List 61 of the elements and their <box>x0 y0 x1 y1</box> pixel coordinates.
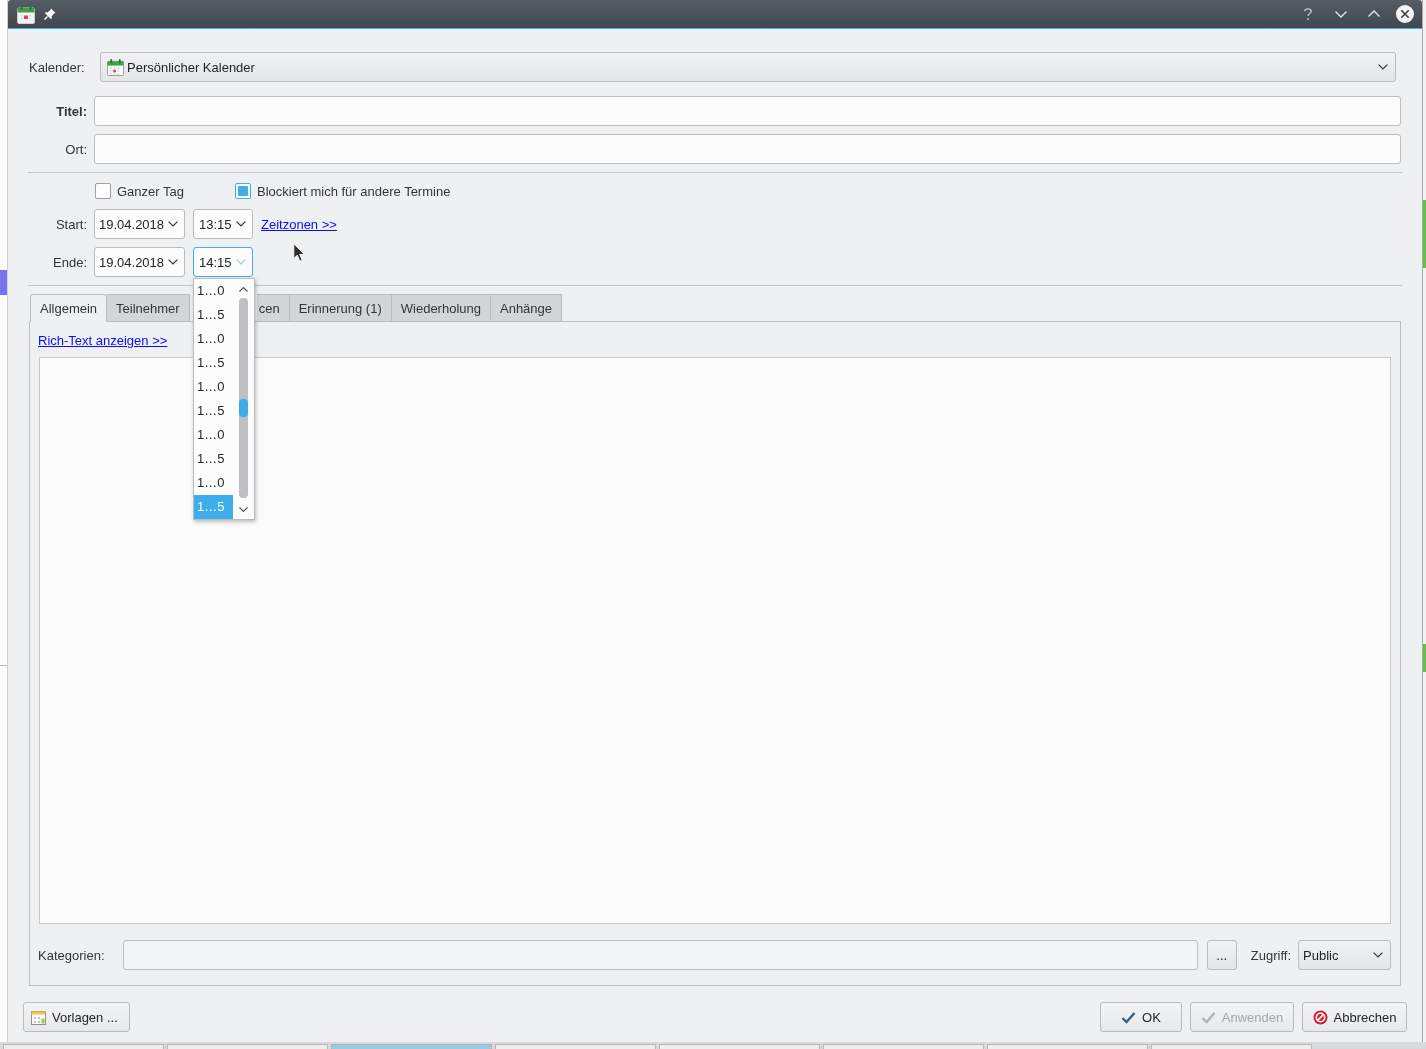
access-dropdown[interactable]: Public <box>1298 940 1391 970</box>
categories-button[interactable]: ... <box>1206 940 1237 970</box>
time-dropdown[interactable]: 14:15 <box>193 247 253 277</box>
calendar-page-icon <box>31 1009 46 1025</box>
field-label: Kalender: <box>29 59 86 75</box>
date-dropdown[interactable]: 19.04.2018 <box>94 209 185 239</box>
tab[interactable]: cen <box>256 294 290 322</box>
checkbox[interactable] <box>95 183 111 199</box>
time-option[interactable]: 1…0 <box>194 423 233 447</box>
categories-input[interactable] <box>122 940 1198 970</box>
time-option[interactable]: 1…0 <box>194 327 233 351</box>
field-label: Ort: <box>64 141 87 157</box>
chevron-down-icon <box>1378 64 1388 70</box>
time-option[interactable]: 1…0 <box>194 375 233 399</box>
scrollbar-handle[interactable] <box>239 399 248 417</box>
field-label: Titel: <box>55 103 87 119</box>
tab[interactable]: Allgemein <box>30 294 108 322</box>
scroll-up-icon[interactable] <box>239 287 248 292</box>
calendar-icon <box>107 58 124 76</box>
time-option[interactable]: 1…5 <box>194 351 233 375</box>
text-input[interactable] <box>94 134 1401 164</box>
scrollbar-track[interactable] <box>239 298 248 498</box>
calendar-icon <box>17 4 35 24</box>
field-label: Start: <box>54 216 87 232</box>
chevron-down-icon <box>235 259 246 265</box>
help-icon[interactable] <box>1301 7 1315 21</box>
chevron-down-icon <box>235 221 246 227</box>
chevron-down-icon <box>168 259 179 265</box>
ok-button[interactable]: OK <box>1100 1002 1182 1032</box>
cancel-button[interactable]: Abbrechen <box>1302 1002 1407 1032</box>
field-label: Ende: <box>52 254 87 270</box>
time-dropdown[interactable]: 13:15 <box>193 209 253 239</box>
mouse-pointer-icon <box>293 243 305 262</box>
scroll-down-icon[interactable] <box>239 507 248 512</box>
cancel-icon <box>1312 1009 1328 1025</box>
timezones-link[interactable]: Zeitzonen >> <box>261 216 337 232</box>
check-icon <box>1200 1009 1216 1025</box>
time-option[interactable]: 1…0 <box>194 471 233 495</box>
tab[interactable]: Wiederholung <box>391 294 491 322</box>
pin-icon[interactable] <box>44 8 56 20</box>
calendar-dropdown[interactable]: Persönlicher Kalender <box>100 52 1396 82</box>
rich-text-link[interactable]: Rich-Text anzeigen >> <box>38 333 168 349</box>
tab[interactable]: Teilnehmer <box>107 294 190 322</box>
time-option[interactable]: 1…5 <box>194 303 233 327</box>
templates-button[interactable]: Vorlagen ... <box>23 1002 130 1032</box>
field-label: Zugriff: <box>1250 947 1291 963</box>
field-label: Kategorien: <box>38 947 105 963</box>
check-icon <box>1121 1009 1137 1025</box>
chevron-down-icon <box>168 221 179 227</box>
tab[interactable]: Anhänge <box>491 294 563 322</box>
time-option[interactable]: 1…5 <box>194 399 233 423</box>
checkbox-label: Blockiert mich für andere Termine <box>256 183 451 199</box>
text-input[interactable] <box>94 96 1401 126</box>
close-icon[interactable] <box>1396 5 1414 23</box>
time-option[interactable]: 1…0 <box>194 279 233 303</box>
date-dropdown[interactable]: 19.04.2018 <box>94 247 185 277</box>
chevron-down-icon <box>1373 952 1383 958</box>
tab[interactable]: Erinnerung (1) <box>289 294 392 322</box>
checkbox[interactable] <box>234 183 251 199</box>
time-option[interactable]: 1…5 <box>194 447 233 471</box>
checkbox-label: Ganzer Tag <box>117 183 184 199</box>
